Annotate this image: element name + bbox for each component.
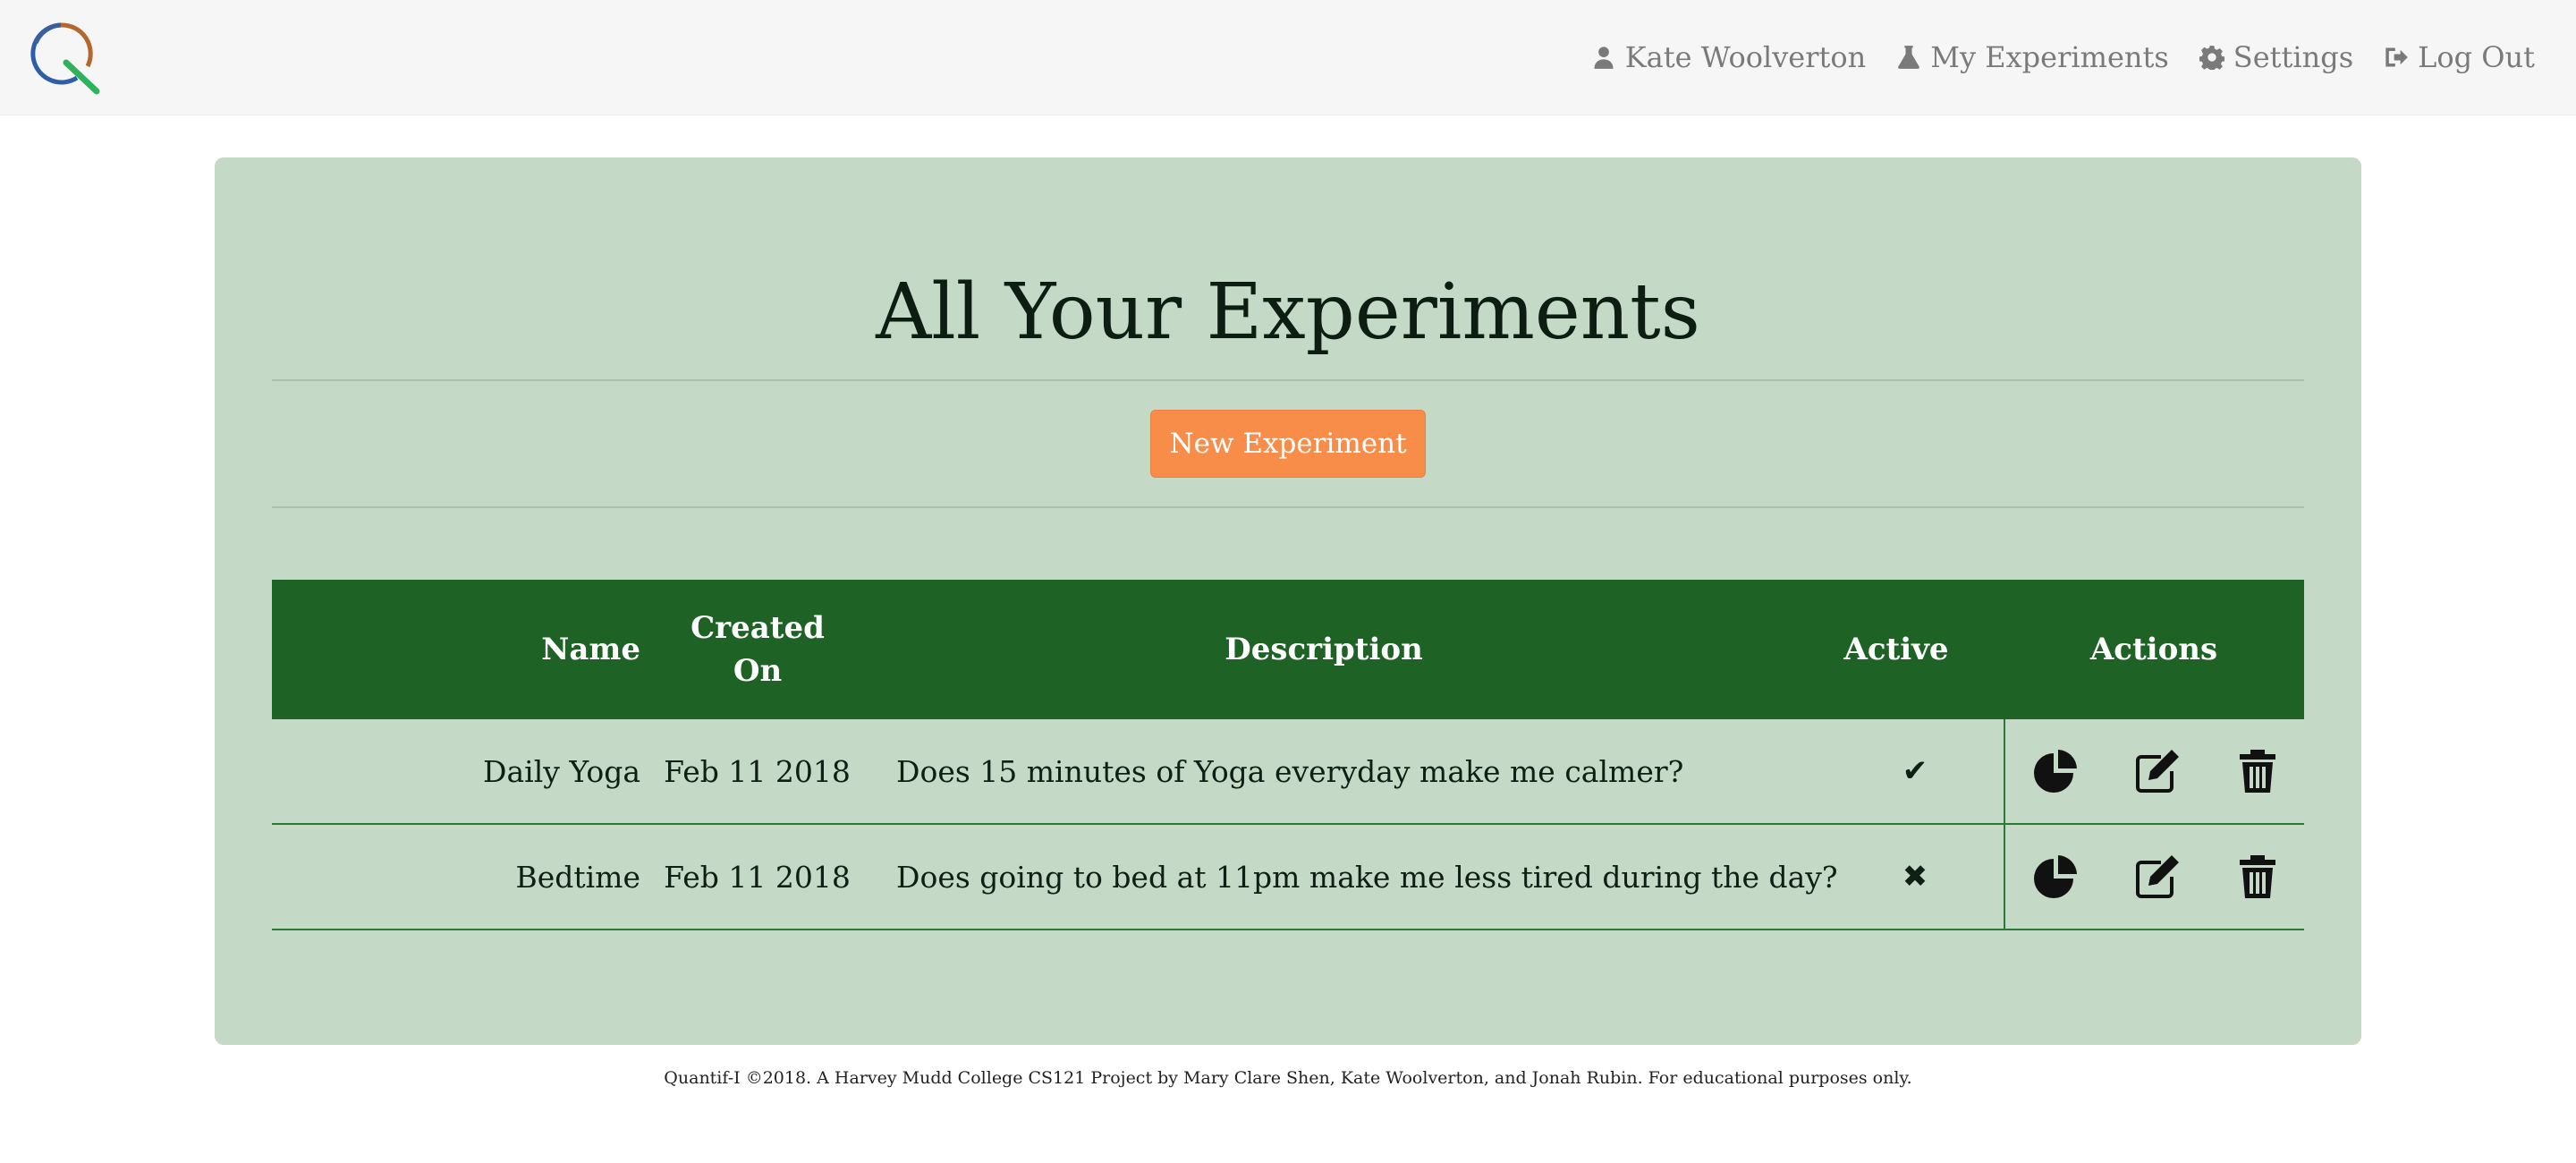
nav-links: Kate Woolverton My Experiments Settings …: [1591, 0, 2535, 115]
experiments-panel: All Your Experiments New Experiment Name…: [215, 157, 2361, 1045]
pie-chart-icon: [2034, 855, 2077, 898]
inactive-x-icon: ✖: [1902, 859, 1928, 895]
column-header-created: Created On: [673, 580, 843, 719]
gear-icon: [2199, 46, 2224, 70]
delete-experiment-button[interactable]: [2233, 852, 2283, 902]
column-header-created-line2: On: [733, 653, 783, 689]
footer-text: Quantif-I ©2018. A Harvey Mudd College C…: [664, 1068, 1912, 1088]
view-results-button[interactable]: [2030, 852, 2080, 902]
divider: [272, 379, 2304, 381]
flask-icon: [1898, 46, 1920, 69]
view-results-button[interactable]: [2030, 746, 2080, 796]
nav-settings-link[interactable]: Settings: [2199, 40, 2353, 74]
column-header-name: Name: [541, 632, 640, 667]
edit-experiment-button[interactable]: [2132, 852, 2182, 902]
quantifi-logo[interactable]: [25, 18, 104, 97]
experiment-description: Does 15 minutes of Yoga everyday make me…: [896, 753, 1684, 789]
trash-icon: [2240, 750, 2275, 793]
table-header: Name Created On Description Active Actio…: [272, 580, 2304, 719]
nav-experiments-label: My Experiments: [1930, 40, 2169, 74]
nav-logout-link[interactable]: Log Out: [2384, 40, 2535, 74]
divider: [272, 506, 2304, 508]
table-row: Bedtime Feb 11 2018 Does going to bed at…: [272, 825, 2304, 930]
column-header-created-line1: Created: [691, 610, 825, 646]
edit-icon: [2136, 855, 2179, 898]
actions-divider: [2004, 825, 2005, 929]
column-header-active: Active: [1843, 632, 1949, 667]
trash-icon: [2240, 855, 2275, 898]
column-header-actions: Actions: [2089, 632, 2218, 667]
logout-icon: [2385, 47, 2408, 67]
edit-icon: [2136, 750, 2179, 793]
page-title: All Your Experiments: [876, 267, 1700, 357]
active-check-icon: ✔: [1902, 753, 1928, 789]
user-icon: [1594, 47, 1614, 69]
new-experiment-button[interactable]: New Experiment: [1150, 410, 1426, 478]
column-header-description: Description: [1224, 632, 1423, 667]
experiment-created-date: Feb 11 2018: [664, 753, 851, 789]
experiment-description: Does going to bed at 11pm make me less t…: [896, 859, 1838, 895]
table-row: Daily Yoga Feb 11 2018 Does 15 minutes o…: [272, 719, 2304, 825]
pie-chart-icon: [2034, 750, 2077, 793]
nav-experiments-link[interactable]: My Experiments: [1896, 40, 2169, 74]
navbar: Kate Woolverton My Experiments Settings …: [0, 0, 2576, 115]
nav-settings-label: Settings: [2233, 40, 2354, 74]
experiment-created-date: Feb 11 2018: [664, 859, 851, 895]
nav-logout-label: Log Out: [2418, 40, 2535, 74]
experiment-name: Bedtime: [515, 859, 640, 895]
nav-user-label: Kate Woolverton: [1624, 40, 1867, 74]
delete-experiment-button[interactable]: [2233, 746, 2283, 796]
actions-divider: [2004, 719, 2005, 823]
experiments-table: Name Created On Description Active Actio…: [272, 580, 2304, 930]
nav-user-link[interactable]: Kate Woolverton: [1591, 40, 1866, 74]
experiment-name: Daily Yoga: [483, 753, 640, 789]
edit-experiment-button[interactable]: [2132, 746, 2182, 796]
